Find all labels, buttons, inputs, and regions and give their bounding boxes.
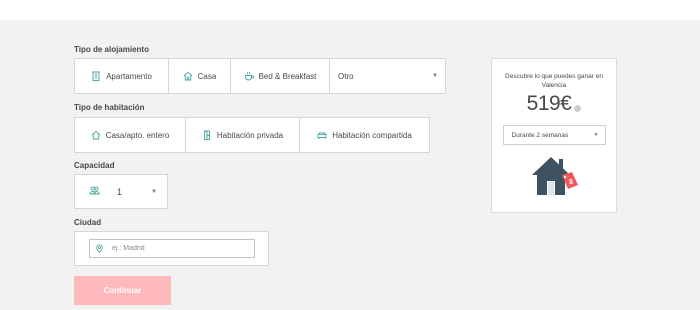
accommodation-other-label: Otro [338, 71, 354, 81]
accommodation-option-apartment[interactable]: Apartamento [75, 59, 169, 93]
top-bar [0, 0, 700, 20]
accommodation-option-bed-breakfast[interactable]: Bed & Breakfast [231, 59, 330, 93]
room-option-entire-home[interactable]: Casa/apto. entero [75, 118, 186, 152]
earnings-card: Descubre lo que puedes ganar en Valencia… [491, 58, 617, 213]
earnings-title: Descubre lo que puedes ganar en Valencia [505, 73, 603, 89]
accommodation-option-label: Apartamento [106, 71, 152, 81]
accommodation-option-label: Casa [197, 71, 217, 81]
city-label: Ciudad [74, 218, 102, 227]
building-icon [91, 71, 101, 81]
location-pin-icon [96, 244, 103, 253]
room-option-label: Habitación privada [216, 130, 284, 140]
continue-button[interactable]: Continuar [74, 276, 171, 305]
accommodation-type-group: Apartamento Casa Bed & Breakfast Otro ▼ [74, 58, 446, 94]
period-select[interactable]: Durante 2 semanas ▼ [502, 125, 606, 145]
earnings-amount-row: 519€ [492, 92, 616, 116]
accommodation-type-label: Tipo de alojamiento [74, 45, 149, 54]
room-option-shared-room[interactable]: Habitación compartida [300, 118, 429, 152]
capacity-label: Capacidad [74, 161, 115, 170]
room-type-label: Tipo de habitación [74, 103, 145, 112]
chevron-down-icon: ▼ [593, 132, 599, 138]
accommodation-option-label: Bed & Breakfast [258, 71, 317, 81]
svg-text:$: $ [569, 179, 573, 186]
people-icon [89, 185, 100, 198]
accommodation-option-house[interactable]: Casa [169, 59, 231, 93]
sofa-icon [317, 130, 327, 140]
city-input[interactable] [112, 245, 242, 252]
door-icon [202, 130, 212, 140]
breakfast-icon [244, 71, 254, 81]
accommodation-other-select[interactable]: Otro ▼ [330, 59, 445, 93]
chevron-down-icon: ▼ [432, 73, 438, 79]
capacity-select[interactable]: 1 ▼ [74, 174, 168, 209]
house-icon [183, 71, 193, 81]
chevron-down-icon: ▼ [151, 188, 157, 195]
info-icon[interactable] [574, 104, 582, 112]
room-option-label: Casa/apto. entero [105, 130, 170, 140]
city-field-container [74, 231, 269, 266]
capacity-value: 1 [117, 186, 123, 197]
house-illustration: $ [492, 153, 616, 202]
period-select-value: Durante 2 semanas [511, 131, 569, 139]
house-icon [91, 130, 101, 140]
room-type-group: Casa/apto. entero Habitación privada Hab… [74, 117, 430, 153]
room-option-label: Habitación compartida [332, 130, 412, 140]
room-option-private-room[interactable]: Habitación privada [186, 118, 300, 152]
earnings-amount: 519€ [526, 92, 572, 115]
city-field [89, 239, 255, 258]
